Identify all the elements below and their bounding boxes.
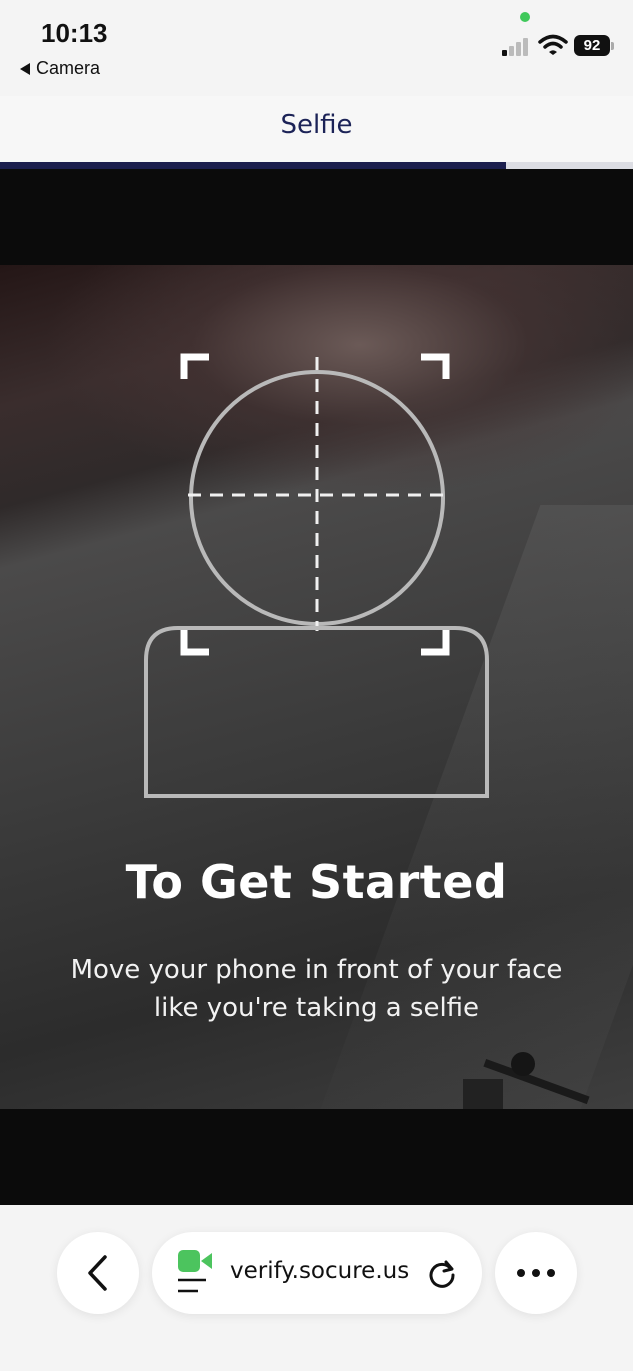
- cellular-signal-icon: [502, 36, 532, 56]
- headline: To Get Started: [125, 855, 508, 909]
- back-triangle-icon: [20, 62, 30, 75]
- chevron-left-icon: [88, 1255, 107, 1291]
- camera-area: To Get Started Move your phone in front …: [0, 169, 633, 1205]
- background-clamp-object: [463, 1052, 590, 1109]
- instruction-text: Move your phone in front of your face li…: [60, 951, 573, 1027]
- back-app-label: Camera: [36, 58, 101, 78]
- progress-fill: [0, 162, 507, 169]
- camera-in-use-indicator: [520, 12, 530, 22]
- battery-icon: 92: [574, 35, 610, 56]
- back-button[interactable]: [57, 1232, 139, 1314]
- url-text: verify.socure.us: [230, 1258, 410, 1284]
- instruction-line-2: like you're taking a selfie: [153, 993, 480, 1023]
- battery-cap: [611, 42, 614, 50]
- reload-icon[interactable]: [426, 1257, 458, 1289]
- browser-toolbar: verify.socure.us: [0, 1205, 633, 1371]
- instruction-line-1: Move your phone in front of your face: [70, 955, 563, 985]
- wifi-icon: [538, 34, 568, 55]
- back-to-app-link[interactable]: Camera: [20, 58, 100, 79]
- status-bar: 10:13 Camera 92: [0, 0, 633, 96]
- page-title: Selfie: [280, 110, 353, 140]
- address-bar[interactable]: verify.socure.us: [152, 1232, 482, 1314]
- video-camera-icon: [178, 1250, 212, 1272]
- status-time: 10:13: [41, 18, 108, 48]
- more-dots-icon: [517, 1269, 555, 1277]
- camera-preview: To Get Started Move your phone in front …: [0, 265, 633, 1109]
- progress-bar: [0, 162, 633, 169]
- page-menu-icon[interactable]: [178, 1278, 208, 1294]
- title-bar: Selfie: [0, 96, 633, 162]
- more-options-button[interactable]: [495, 1232, 577, 1314]
